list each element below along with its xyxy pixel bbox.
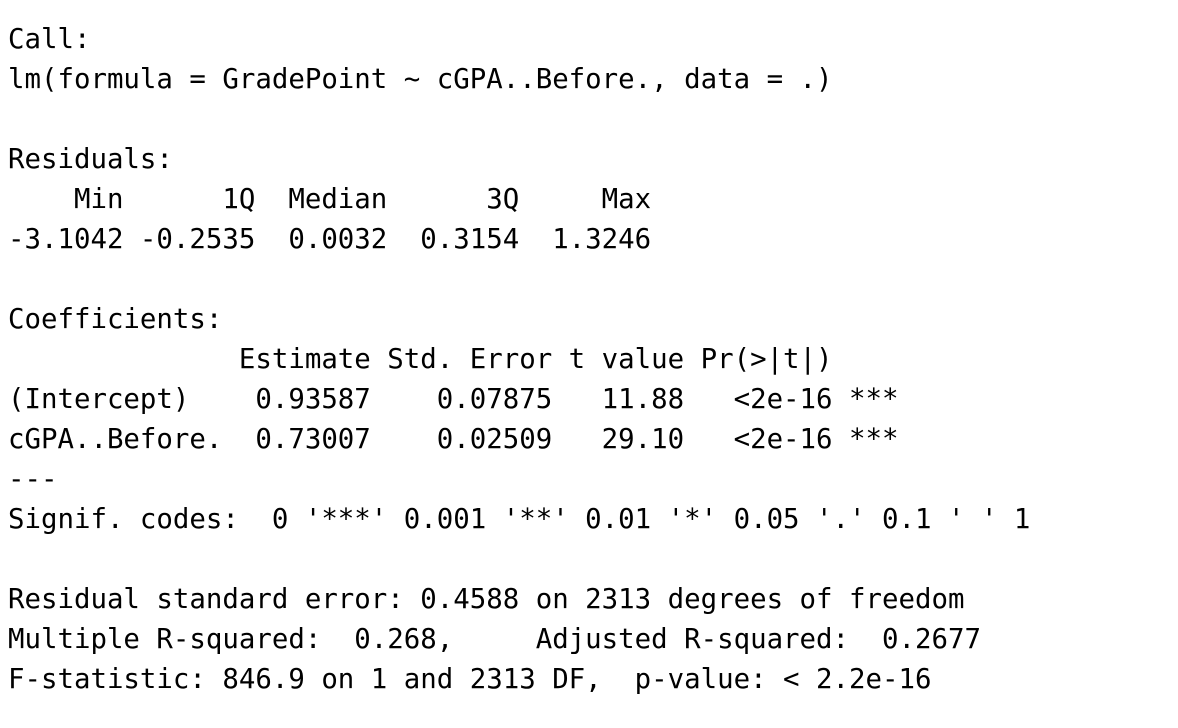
signif-codes: Signif. codes: 0 '***' 0.001 '**' 0.01 '… <box>8 504 1031 535</box>
coefficients-header: Coefficients: <box>8 304 223 335</box>
separator: --- <box>8 464 58 495</box>
residuals-header: Residuals: <box>8 144 173 175</box>
coefficient-row-intercept: (Intercept) 0.93587 0.07875 11.88 <2e-16… <box>8 384 899 415</box>
residual-standard-error: Residual standard error: 0.4588 on 2313 … <box>8 584 965 615</box>
coefficient-row-cgpa-before: cGPA..Before. 0.73007 0.02509 29.10 <2e-… <box>8 424 899 455</box>
f-statistic: F-statistic: 846.9 on 1 and 2313 DF, p-v… <box>8 664 932 695</box>
r-squared: Multiple R-squared: 0.268, Adjusted R-sq… <box>8 624 998 655</box>
coefficients-column-headers: Estimate Std. Error t value Pr(>|t|) <box>8 344 899 375</box>
r-console-output: Call: lm(formula = GradePoint ~ cGPA..Be… <box>0 0 1178 728</box>
call-header: Call: <box>8 24 91 55</box>
residuals-values: -3.1042 -0.2535 0.0032 0.3154 1.3246 <box>8 224 668 255</box>
call-formula: lm(formula = GradePoint ~ cGPA..Before.,… <box>8 64 833 95</box>
residuals-column-headers: Min 1Q Median 3Q Max <box>8 184 668 215</box>
